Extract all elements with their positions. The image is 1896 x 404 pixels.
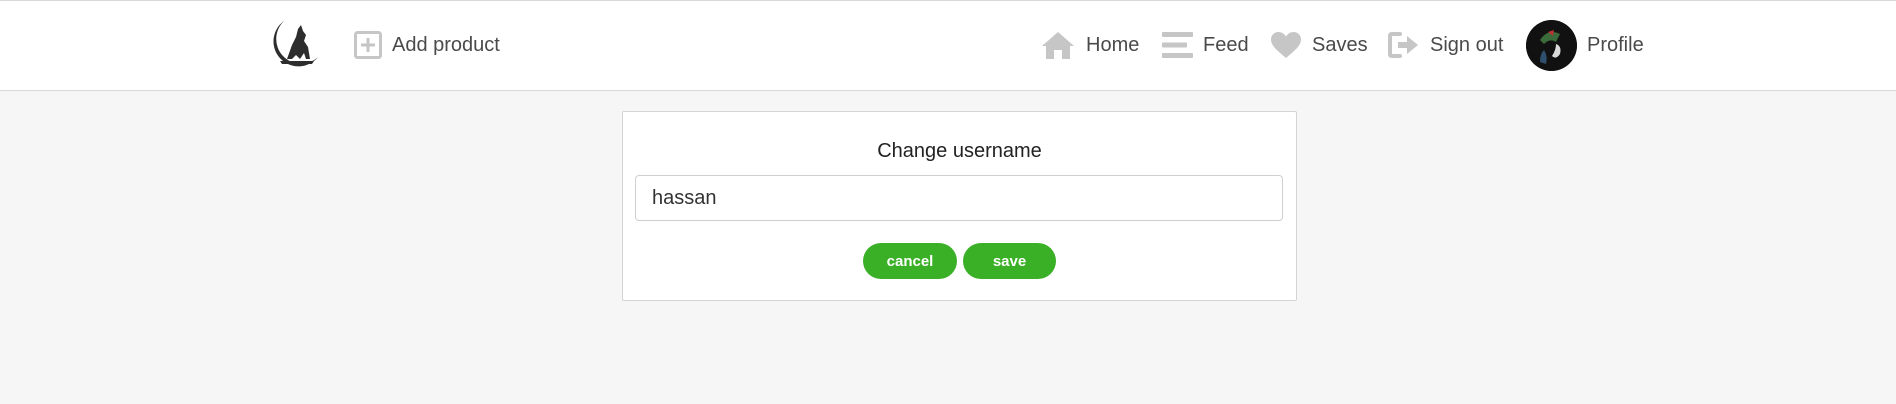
nav-sign-out[interactable]: Sign out	[1388, 25, 1503, 65]
top-navbar: Add product Home Feed Saves Sign out Pro…	[0, 0, 1896, 91]
cancel-button[interactable]: cancel	[863, 243, 957, 279]
nav-feed-label: Feed	[1203, 33, 1249, 56]
card-title: Change username	[877, 140, 1042, 162]
nav-profile-label: Profile	[1587, 34, 1644, 56]
nav-home-label: Home	[1086, 33, 1140, 56]
heart-icon	[1270, 31, 1302, 59]
nav-home[interactable]: Home	[1040, 25, 1139, 65]
nav-profile[interactable]: Profile	[1526, 20, 1644, 71]
add-product-link[interactable]: Add product	[354, 25, 500, 65]
username-input[interactable]	[635, 175, 1283, 221]
plus-square-icon	[354, 31, 382, 59]
sign-out-icon	[1388, 31, 1420, 59]
nav-saves[interactable]: Saves	[1270, 25, 1368, 65]
home-icon	[1040, 30, 1076, 60]
list-icon	[1162, 31, 1193, 59]
add-product-label: Add product	[392, 33, 500, 56]
nav-saves-label: Saves	[1312, 33, 1368, 56]
avatar-image	[1526, 20, 1577, 71]
save-button[interactable]: save	[963, 243, 1056, 279]
logo[interactable]	[262, 15, 322, 75]
wolf-moon-logo-icon	[273, 21, 318, 67]
nav-feed[interactable]: Feed	[1162, 25, 1249, 65]
change-username-card: Change username cancel save	[622, 111, 1297, 301]
nav-sign-out-label: Sign out	[1430, 33, 1504, 56]
avatar	[1526, 20, 1577, 71]
